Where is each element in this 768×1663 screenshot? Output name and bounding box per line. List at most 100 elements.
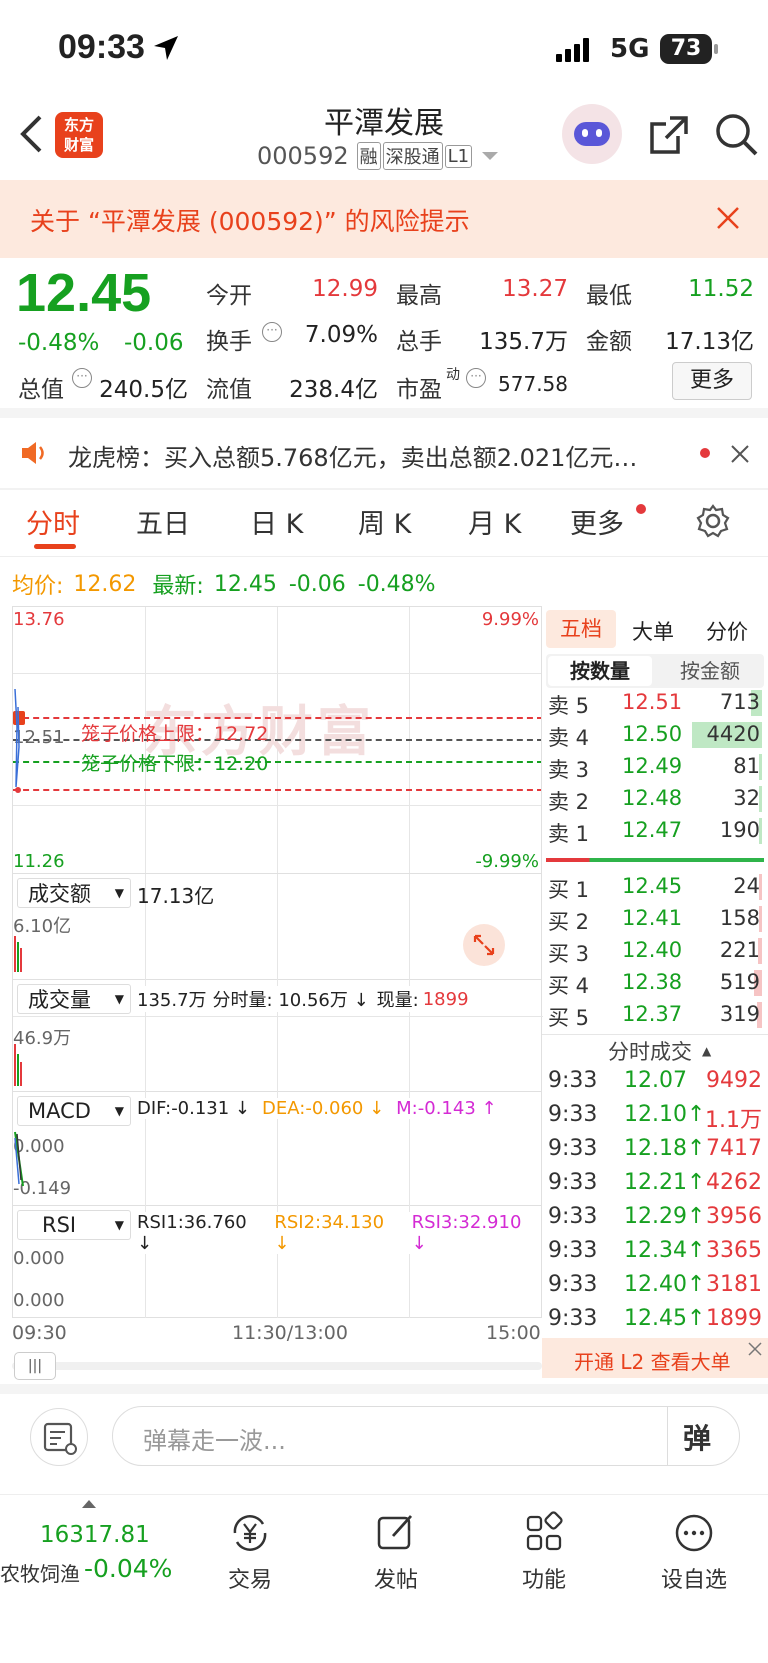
rsi-indicator-select[interactable]: RSI ▼ [17, 1210, 131, 1240]
grid-h [13, 1016, 543, 1017]
trade-price: 12.18↑ [624, 1136, 706, 1161]
nav-trade[interactable]: 交易 [180, 1510, 320, 1594]
l2-banner-text: 开通 L2 查看大单 [574, 1350, 731, 1374]
upper-limit-label: 笼子价格上限：12.72 [81, 723, 269, 745]
bid-qty: 319 [719, 1002, 760, 1026]
info-icon[interactable]: ··· [466, 368, 486, 388]
ask-row[interactable]: 卖 2 12.48 32 [548, 784, 762, 816]
nav-customize[interactable]: 设自选 [624, 1510, 764, 1594]
close-icon[interactable] [730, 444, 750, 464]
bid-row[interactable]: 买 2 12.41 158 [548, 904, 762, 936]
ask-row[interactable]: 卖 3 12.49 81 [548, 752, 762, 784]
risk-banner[interactable]: 关于 “平潭发展 (000592)” 的风险提示 [0, 180, 768, 258]
location-arrow-icon [154, 36, 178, 60]
volume-total: 135.7万 [137, 990, 207, 1011]
subtab-bar: 按数量 按金额 [546, 654, 764, 688]
tag-level: L1 [444, 144, 473, 168]
close-icon[interactable] [748, 1342, 762, 1356]
grid-h [13, 805, 541, 806]
status-time: 09:33 [58, 28, 145, 66]
amount-indicator-select[interactable]: 成交额 ▼ [17, 878, 131, 908]
rsi2-value: RSI2:34.130 ↓ [274, 1212, 385, 1254]
battery-icon: 73 [660, 34, 712, 64]
share-icon[interactable] [648, 114, 690, 156]
scroll-handle[interactable]: ||| [14, 1352, 56, 1380]
tab-weekly-k[interactable]: 周 K [358, 502, 411, 541]
trade-row: 9:33 12.21↑ 4262 [548, 1168, 764, 1202]
unread-dot [636, 504, 646, 514]
bid-row[interactable]: 买 4 12.38 519 [548, 968, 762, 1000]
bid-row[interactable]: 买 1 12.45 24 [548, 872, 762, 904]
tab-big-orders[interactable]: 大单 [632, 616, 674, 646]
nav-functions[interactable]: 功能 [474, 1510, 614, 1594]
sector-index[interactable]: 16317.81 农牧饲渔 -0.04% [0, 1496, 180, 1596]
tab-intraday[interactable]: 分时 [26, 502, 80, 541]
macd-indicator-select[interactable]: MACD ▼ [17, 1096, 131, 1126]
tab-daily-k[interactable]: 日 K [250, 502, 303, 541]
tag-margin: 融 [356, 142, 381, 170]
search-icon[interactable] [714, 112, 760, 158]
robot-avatar-icon[interactable] [562, 104, 622, 164]
ask-row[interactable]: 卖 5 12.51 713 [548, 688, 762, 720]
bid-price: 12.40 [622, 938, 683, 962]
trade-volume: 7417 [706, 1136, 762, 1161]
tab-level5[interactable]: 五档 [546, 610, 616, 648]
info-icon[interactable]: ··· [72, 368, 92, 388]
caret-down-icon: ▼ [114, 1104, 124, 1118]
ask-row[interactable]: 卖 4 12.50 4420 [548, 720, 762, 752]
volume-indicator-select[interactable]: 成交量 ▼ [17, 984, 131, 1014]
ask-price: 12.48 [622, 786, 683, 810]
l2-banner[interactable]: 开通 L2 查看大单 [542, 1338, 768, 1378]
close-icon[interactable] [716, 206, 740, 230]
bid-label: 买 2 [548, 910, 590, 934]
more-button[interactable]: 更多 [672, 362, 752, 400]
bid-row[interactable]: 买 3 12.40 221 [548, 936, 762, 968]
ask-row[interactable]: 卖 1 12.47 190 [548, 816, 762, 848]
trade-time: 9:33 [548, 1170, 598, 1195]
divider [667, 1407, 668, 1465]
bid-qty: 158 [719, 906, 760, 930]
ask-price: 12.50 [622, 722, 683, 746]
ask-qty: 4420 [706, 722, 760, 746]
current-price-line [13, 789, 541, 791]
amount-label: 金额 [586, 329, 632, 355]
danmaku-toggle-button[interactable]: 弹 [683, 1417, 711, 1457]
subtab-by-qty[interactable]: 按数量 [548, 656, 652, 686]
price-chart[interactable]: 东方财富 笼子价格上限：12.72 笼子价格下限：12.20 13.76 12.… [12, 606, 542, 874]
bid-label: 买 4 [548, 974, 590, 998]
turnover-label: 换手 [206, 329, 252, 355]
danmaku-input[interactable]: 弹幕走一波... 弹 [112, 1406, 740, 1466]
trade-row: 9:33 12.18↑ 7417 [548, 1134, 764, 1168]
pe-superscript: 动 [446, 367, 460, 383]
more-circle-icon [675, 1514, 713, 1552]
tab-five-day[interactable]: 五日 [136, 502, 190, 541]
stock-code-row[interactable]: 000592 融 深股通 L1 [257, 142, 500, 170]
comment-list-icon[interactable] [30, 1408, 88, 1466]
x-mid-label: 11:30/13:00 [232, 1322, 348, 1344]
grid-h [13, 673, 541, 674]
tab-monthly-k[interactable]: 月 K [468, 502, 521, 541]
nav-post[interactable]: 发帖 [326, 1510, 466, 1594]
expand-icon[interactable] [463, 924, 505, 966]
divider [0, 1494, 768, 1495]
latest-value: 12.45 [213, 571, 277, 597]
subtab-by-amount[interactable]: 按金额 [658, 656, 762, 686]
danmaku-placeholder: 弹幕走一波... [143, 1427, 286, 1455]
dragon-tiger-notice[interactable]: 龙虎榜：买入总额5.768亿元，卖出总额2.021亿元… [0, 418, 768, 488]
trades-header[interactable]: 分时成交 ▲ [608, 1036, 711, 1066]
chart-scrollbar[interactable]: ||| [12, 1352, 542, 1380]
tab-more[interactable]: 更多 [570, 502, 624, 541]
rsi-axis-top: 0.000 [13, 1248, 65, 1269]
info-icon[interactable]: ··· [262, 322, 282, 342]
notice-text: 龙虎榜：买入总额5.768亿元，卖出总额2.021亿元… [68, 444, 638, 472]
tab-price-dist[interactable]: 分价 [706, 616, 748, 646]
trade-time: 9:33 [548, 1306, 598, 1331]
settings-gear-icon[interactable] [696, 504, 730, 538]
status-bar: 09:33 5G 73 [0, 0, 768, 100]
float-value: 238.4亿 [289, 377, 378, 403]
network-type: 5G [610, 34, 650, 64]
nav-customize-label: 设自选 [660, 1568, 727, 1593]
rsi-axis-bottom: 0.000 [13, 1290, 65, 1311]
bid-row[interactable]: 买 5 12.37 319 [548, 1000, 762, 1032]
grid-v [277, 874, 278, 980]
